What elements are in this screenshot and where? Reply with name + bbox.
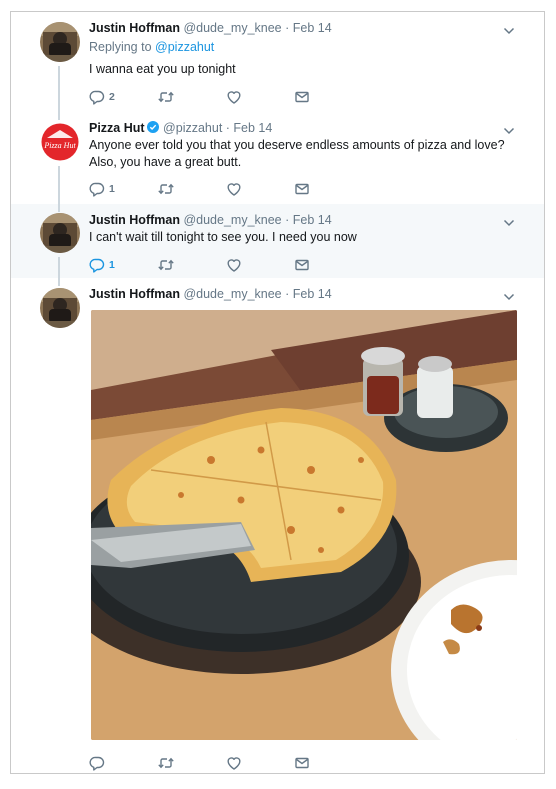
- tweet-text: I can't wait till tonight to see you. I …: [89, 230, 357, 244]
- display-name[interactable]: Justin Hoffman: [89, 21, 180, 35]
- thread-line: [58, 66, 60, 112]
- reply-button[interactable]: [89, 755, 105, 771]
- direct-message-button[interactable]: [294, 257, 310, 273]
- like-button[interactable]: [226, 257, 242, 273]
- retweet-button[interactable]: [157, 181, 175, 197]
- pizza-hut-logo-text: Pizza Hut: [43, 141, 76, 150]
- retweet-icon: [157, 181, 175, 197]
- reply-icon: [89, 89, 105, 105]
- like-button[interactable]: [226, 89, 242, 105]
- tweet-header: Justin Hoffman @dude_my_knee · Feb 14: [89, 21, 332, 35]
- timestamp[interactable]: · Feb 14: [285, 213, 332, 227]
- envelope-icon: [294, 755, 310, 771]
- avatar[interactable]: [40, 213, 80, 253]
- display-name[interactable]: Justin Hoffman: [89, 287, 180, 301]
- thread-line: [58, 204, 60, 212]
- tweet-1[interactable]: Justin Hoffman @dude_my_knee · Feb 14 Re…: [11, 12, 544, 112]
- verified-badge-icon: [146, 121, 159, 133]
- tweet-header: Justin Hoffman @dude_my_knee · Feb 14: [89, 287, 332, 301]
- tweet-text-line: Anyone ever told you that you deserve en…: [89, 138, 505, 152]
- tweet-actions: [89, 755, 329, 771]
- tweet-actions: 2: [89, 89, 329, 105]
- retweet-button[interactable]: [157, 257, 175, 273]
- avatar[interactable]: Pizza Hut: [40, 122, 80, 162]
- envelope-icon: [294, 181, 310, 197]
- tweet-text-line: Also, you have a great butt.: [89, 155, 242, 169]
- heart-icon: [226, 257, 242, 273]
- reply-button[interactable]: 1: [89, 181, 115, 197]
- tweet-text: Anyone ever told you that you deserve en…: [89, 137, 509, 171]
- direct-message-button[interactable]: [294, 181, 310, 197]
- reply-icon: [89, 181, 105, 197]
- replying-to-handle[interactable]: @pizzahut: [155, 40, 214, 54]
- avatar[interactable]: [40, 288, 80, 328]
- retweet-button[interactable]: [157, 89, 175, 105]
- timestamp[interactable]: · Feb 14: [226, 121, 273, 135]
- reply-button[interactable]: 2: [89, 89, 115, 105]
- tweet-actions: 1: [89, 181, 329, 197]
- envelope-icon: [294, 89, 310, 105]
- reply-count: 2: [109, 91, 115, 103]
- reply-icon: [89, 257, 105, 273]
- retweet-icon: [157, 755, 175, 771]
- username[interactable]: @dude_my_knee: [183, 287, 281, 301]
- tweet-2[interactable]: Pizza Hut Pizza Hut @pizzahut · Feb 14 A…: [11, 112, 544, 204]
- retweet-button[interactable]: [157, 755, 175, 771]
- tweet-4[interactable]: Justin Hoffman @dude_my_knee · Feb 14: [11, 278, 544, 774]
- chevron-down-icon[interactable]: [503, 126, 515, 136]
- timestamp[interactable]: · Feb 14: [285, 21, 332, 35]
- thread-line: [58, 166, 60, 204]
- username[interactable]: @pizzahut: [163, 121, 222, 135]
- tweet-text: I wanna eat you up tonight: [89, 62, 236, 76]
- direct-message-button[interactable]: [294, 89, 310, 105]
- avatar[interactable]: [40, 22, 80, 62]
- conversation-thread: Justin Hoffman @dude_my_knee · Feb 14 Re…: [10, 11, 545, 774]
- tweet-actions: 1: [89, 257, 329, 273]
- chevron-down-icon[interactable]: [503, 26, 515, 36]
- like-button[interactable]: [226, 755, 242, 771]
- envelope-icon: [294, 257, 310, 273]
- tweet-photo-pizza[interactable]: [91, 310, 517, 740]
- retweet-icon: [157, 89, 175, 105]
- tweet-header: Justin Hoffman @dude_my_knee · Feb 14: [89, 213, 332, 227]
- username[interactable]: @dude_my_knee: [183, 213, 281, 227]
- username[interactable]: @dude_my_knee: [183, 21, 281, 35]
- heart-icon: [226, 89, 242, 105]
- heart-icon: [226, 181, 242, 197]
- heart-icon: [226, 755, 242, 771]
- replying-to-label: Replying to: [89, 40, 152, 54]
- like-button[interactable]: [226, 181, 242, 197]
- chevron-down-icon[interactable]: [503, 292, 515, 302]
- reply-count: 1: [109, 259, 115, 271]
- chevron-down-icon[interactable]: [503, 218, 515, 228]
- tweet-3[interactable]: Justin Hoffman @dude_my_knee · Feb 14 I …: [11, 204, 544, 278]
- display-name[interactable]: Pizza Hut: [89, 121, 145, 135]
- thread-line: [58, 278, 60, 286]
- thread-line: [58, 257, 60, 278]
- reply-button[interactable]: 1: [89, 257, 115, 273]
- thread-line: [58, 112, 60, 120]
- direct-message-button[interactable]: [294, 755, 310, 771]
- reply-icon: [89, 755, 105, 771]
- tweet-header: Pizza Hut @pizzahut · Feb 14: [89, 121, 272, 135]
- display-name[interactable]: Justin Hoffman: [89, 213, 180, 227]
- timestamp[interactable]: · Feb 14: [285, 287, 332, 301]
- replying-to: Replying to @pizzahut: [89, 40, 214, 54]
- reply-count: 1: [109, 183, 115, 195]
- retweet-icon: [157, 257, 175, 273]
